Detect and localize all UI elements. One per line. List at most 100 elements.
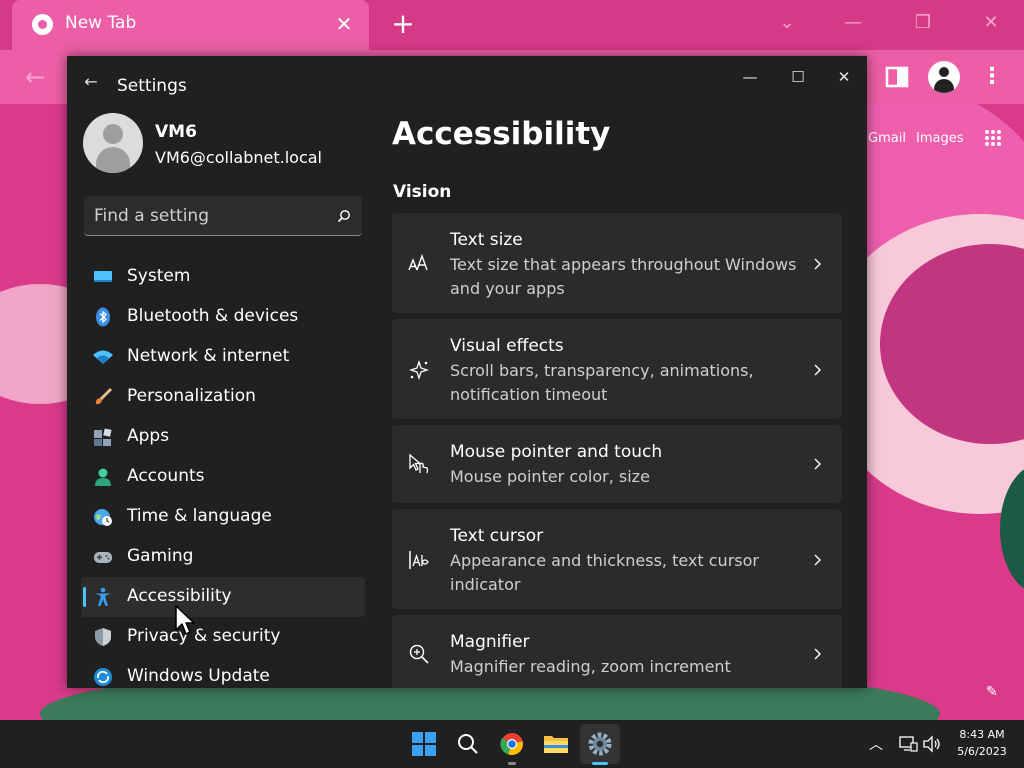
search-icon[interactable] — [336, 208, 352, 224]
nav-item-personalization[interactable]: Personalization — [81, 377, 365, 417]
card-description: Magnifier reading, zoom increment — [450, 657, 731, 676]
user-name: VM6 — [155, 122, 197, 142]
nav-item-windows-update[interactable]: Windows Update — [81, 657, 365, 688]
new-tab-button[interactable]: + — [388, 9, 418, 39]
taskbar-explorer-button[interactable] — [536, 724, 576, 764]
chevron-right-icon — [814, 458, 821, 470]
card-description: Text size that appears throughout Window… — [450, 255, 797, 298]
globe-clock-icon — [94, 509, 112, 526]
card-description: Mouse pointer color, size — [450, 467, 650, 486]
back-arrow-icon[interactable]: ← — [79, 70, 103, 94]
gamepad-icon — [94, 552, 112, 563]
nav-item-system[interactable]: System — [81, 257, 365, 297]
settings-nav: System Bluetooth & devices Network & int… — [81, 257, 365, 688]
card-title: Text size — [450, 230, 523, 250]
chevron-right-icon — [814, 364, 821, 376]
close-icon[interactable]: ✕ — [974, 8, 1008, 38]
card-title: Magnifier — [450, 632, 530, 652]
taskbar-chrome-button[interactable] — [492, 724, 532, 765]
window-title: Settings — [117, 76, 187, 96]
nav-item-network[interactable]: Network & internet — [81, 337, 365, 377]
pencil-icon[interactable]: ✎ — [986, 684, 1004, 702]
nav-label: Privacy & security — [127, 626, 281, 646]
browser-tab[interactable]: New Tab ✕ — [12, 0, 369, 50]
network-icon[interactable] — [898, 734, 918, 754]
active-indicator — [592, 762, 608, 765]
card-magnifier[interactable]: Magnifier Magnifier reading, zoom increm… — [392, 615, 842, 688]
nav-item-accounts[interactable]: Accounts — [81, 457, 365, 497]
tab-title: New Tab — [65, 13, 137, 33]
shield-icon — [95, 628, 111, 646]
nav-item-bluetooth[interactable]: Bluetooth & devices — [81, 297, 365, 337]
card-title: Mouse pointer and touch — [450, 442, 663, 462]
wifi-icon — [93, 350, 113, 364]
nav-item-time-language[interactable]: Time & language — [81, 497, 365, 537]
clock-date[interactable]: 5/6/2023 — [950, 745, 1014, 758]
start-button[interactable] — [404, 724, 444, 764]
nav-label: Apps — [127, 426, 170, 446]
nav-item-privacy-security[interactable]: Privacy & security — [81, 617, 365, 657]
apps-icon — [94, 428, 112, 446]
volume-icon[interactable] — [922, 734, 942, 754]
nav-item-gaming[interactable]: Gaming — [81, 537, 365, 577]
nav-label: Accessibility — [127, 586, 232, 606]
system-icon — [94, 271, 112, 282]
google-apps-icon[interactable] — [984, 129, 1002, 147]
side-panel-icon[interactable] — [884, 64, 910, 90]
settings-cards: Text size Text size that appears through… — [392, 213, 842, 688]
chevron-right-icon — [814, 648, 821, 660]
card-visual-effects[interactable]: Visual effects Scroll bars, transparency… — [392, 319, 842, 419]
chevron-up-icon[interactable]: ︿ — [866, 734, 886, 754]
nav-item-apps[interactable]: Apps — [81, 417, 365, 457]
clock-time[interactable]: 8:43 AM — [950, 728, 1014, 741]
taskbar-search-button[interactable] — [448, 724, 488, 764]
card-text-size[interactable]: Text size Text size that appears through… — [392, 213, 842, 313]
page-title: Accessibility — [392, 116, 611, 152]
card-title: Visual effects — [450, 336, 564, 356]
card-title: Text cursor — [450, 526, 544, 546]
mouse-cursor-icon — [175, 605, 195, 635]
chevron-right-icon — [814, 554, 821, 566]
selection-indicator — [83, 587, 86, 607]
running-indicator — [508, 762, 516, 765]
card-text-cursor[interactable]: Text cursor Appearance and thickness, te… — [392, 509, 842, 609]
search-box[interactable] — [84, 196, 362, 236]
taskbar-settings-button[interactable] — [580, 724, 620, 765]
chrome-icon — [500, 733, 523, 756]
nav-label: Time & language — [127, 506, 272, 526]
settings-icon — [588, 732, 612, 756]
brush-icon — [95, 387, 113, 405]
tab-close-icon[interactable]: ✕ — [330, 10, 358, 38]
profile-avatar-icon[interactable] — [928, 61, 960, 93]
nav-label: Accounts — [127, 466, 205, 486]
images-link[interactable]: Images — [916, 131, 964, 146]
nav-label: Network & internet — [127, 346, 290, 366]
maximize-icon[interactable]: ☐ — [781, 62, 815, 92]
avatar[interactable] — [83, 113, 143, 173]
bluetooth-icon — [96, 307, 110, 327]
kebab-menu-icon[interactable]: ⋮ — [980, 62, 1004, 92]
close-icon[interactable]: ✕ — [827, 62, 861, 92]
minimize-icon[interactable]: — — [836, 8, 870, 38]
nav-label: System — [127, 266, 191, 286]
search-icon — [458, 734, 478, 754]
gmail-link[interactable]: Gmail — [868, 131, 906, 146]
section-title: Vision — [393, 182, 452, 202]
back-arrow-icon[interactable]: ← — [20, 62, 50, 92]
minimize-icon[interactable]: — — [733, 62, 767, 92]
nav-item-accessibility[interactable]: Accessibility — [81, 577, 365, 617]
card-description: Scroll bars, transparency, animations, n… — [450, 361, 754, 404]
search-input[interactable] — [94, 205, 324, 227]
restore-icon[interactable]: ❐ — [906, 8, 940, 38]
nav-label: Windows Update — [127, 666, 270, 686]
tab-search-icon[interactable]: ⌄ — [770, 8, 804, 38]
nav-label: Bluetooth & devices — [127, 306, 299, 326]
visual-effects-icon — [408, 359, 430, 381]
card-description: Appearance and thickness, text cursor in… — [450, 551, 759, 594]
chrome-favicon-icon — [32, 14, 53, 35]
mouse-pointer-icon — [409, 453, 429, 474]
tab-strip: New Tab ✕ + ⌄ — ❐ ✕ — [0, 0, 1024, 50]
nav-label: Personalization — [127, 386, 256, 406]
card-mouse-pointer[interactable]: Mouse pointer and touch Mouse pointer co… — [392, 425, 842, 503]
text-cursor-icon — [409, 551, 429, 569]
